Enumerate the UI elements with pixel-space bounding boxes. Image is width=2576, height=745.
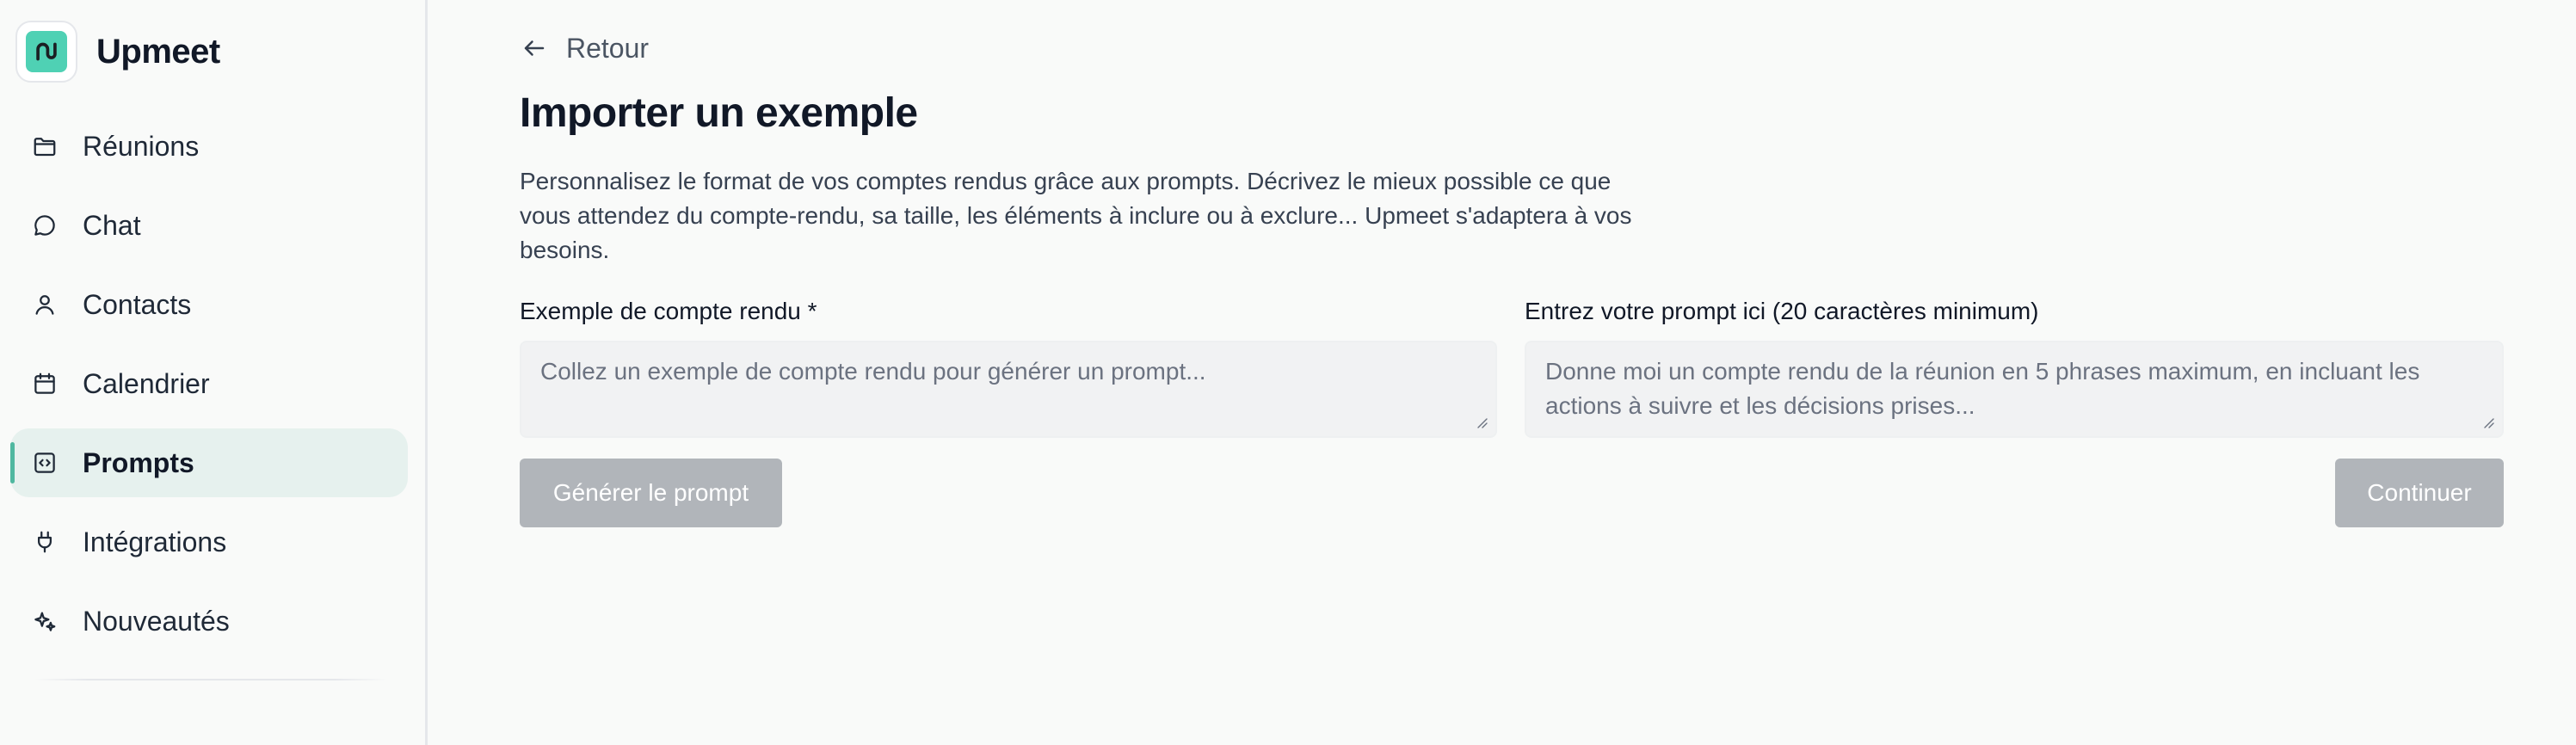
user-icon — [31, 291, 59, 318]
resize-handle-icon[interactable] — [2481, 416, 2495, 429]
sidebar-item-label: Intégrations — [83, 526, 227, 557]
back-label: Retour — [566, 32, 650, 64]
sidebar-item-label: Nouveautés — [83, 605, 230, 637]
sidebar-item-reunions[interactable]: Réunions — [10, 112, 408, 181]
prompt-field-label: Entrez votre prompt ici (20 caractères m… — [1525, 298, 2039, 324]
sidebar-item-integrations[interactable]: Intégrations — [10, 508, 408, 576]
plug-icon — [31, 528, 59, 556]
example-field-label: Exemple de compte rendu * — [520, 298, 817, 324]
example-textarea-placeholder: Collez un exemple de compte rendu pour g… — [540, 358, 1206, 385]
resize-handle-icon[interactable] — [1475, 416, 1488, 429]
continue-button[interactable]: Continuer — [2335, 459, 2504, 527]
calendar-icon — [31, 370, 59, 397]
sidebar-item-label: Prompts — [83, 446, 194, 478]
chat-bubble-icon — [31, 212, 59, 239]
prompt-textarea-placeholder: Donne moi un compte rendu de la réunion … — [1545, 358, 2420, 419]
brand-name: Upmeet — [96, 32, 220, 71]
folder-icon — [31, 132, 59, 160]
sidebar-item-prompts[interactable]: Prompts — [10, 428, 408, 497]
sidebar-nav: Réunions Chat Contacts Calendrier Prompt… — [10, 112, 408, 666]
generate-prompt-button[interactable]: Générer le prompt — [520, 459, 782, 527]
sidebar-item-calendrier[interactable]: Calendrier — [10, 349, 408, 418]
prompt-textarea[interactable]: Donne moi un compte rendu de la réunion … — [1525, 341, 2504, 438]
sidebar-item-label: Contacts — [83, 288, 192, 320]
arrow-left-icon — [520, 34, 549, 63]
sidebar-item-label: Calendrier — [83, 367, 210, 399]
page-title: Importer un exemple — [520, 90, 918, 136]
example-textarea[interactable]: Collez un exemple de compte rendu pour g… — [520, 341, 1497, 438]
sidebar-item-label: Réunions — [83, 130, 200, 162]
code-square-icon — [31, 449, 59, 477]
sidebar-item-label: Chat — [83, 209, 141, 241]
page-description: Personnalisez le format de vos comptes r… — [520, 168, 1632, 263]
sidebar-divider — [34, 679, 387, 680]
brand[interactable]: Upmeet — [15, 19, 220, 84]
back-link[interactable]: Retour — [520, 28, 649, 69]
sidebar-item-nouveautes[interactable]: Nouveautés — [10, 587, 408, 656]
upmeet-logo-icon — [15, 21, 77, 83]
sparkles-icon — [31, 607, 59, 635]
sidebar-item-contacts[interactable]: Contacts — [10, 270, 408, 339]
sidebar: Upmeet Réunions Chat Contacts Calendrier… — [0, 0, 428, 745]
sidebar-item-chat[interactable]: Chat — [10, 191, 408, 260]
